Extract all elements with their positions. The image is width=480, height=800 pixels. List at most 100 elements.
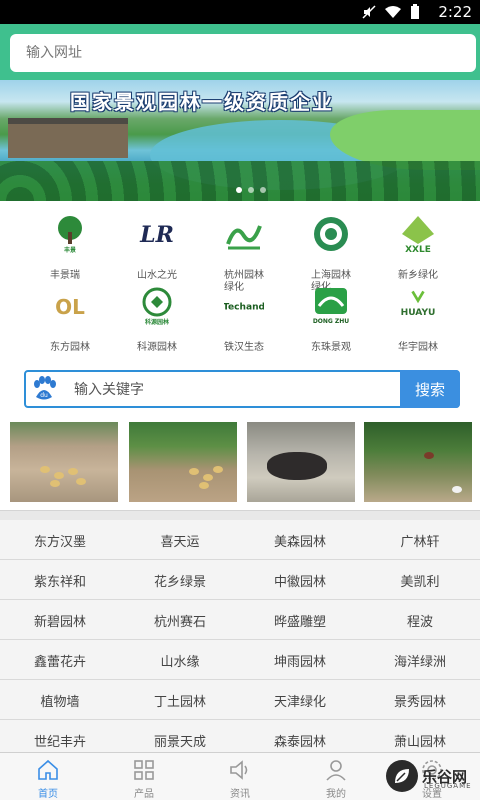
tab-label: 资讯: [230, 789, 250, 800]
watermark-subtext: LEGUGAME: [424, 782, 472, 790]
directory-link[interactable]: 紫东祥和: [0, 560, 120, 600]
svg-text:XXLE: XXLE: [405, 245, 431, 254]
partner-logo-name: 山水之光: [137, 270, 177, 281]
directory-link[interactable]: 新碧园林: [0, 600, 120, 640]
search-button[interactable]: 搜索: [400, 370, 460, 408]
directory-row: 东方汉墨 喜天运 美森园林 广林轩: [0, 520, 480, 560]
svg-text:du: du: [40, 392, 48, 399]
directory-link[interactable]: 喜天运: [120, 520, 240, 560]
directory-link[interactable]: 美森园林: [240, 520, 360, 560]
directory-link[interactable]: 花乡绿景: [120, 560, 240, 600]
keyuan-logo: 科源园林: [137, 286, 177, 326]
directory-link[interactable]: 海洋绿洲: [360, 640, 480, 680]
tab-news[interactable]: 资讯: [192, 753, 288, 800]
company-directory: 东方汉墨 喜天运 美森园林 广林轩 紫东祥和 花乡绿景 中徽园林 美凯利 新碧园…: [0, 520, 480, 760]
directory-link[interactable]: 程波: [360, 600, 480, 640]
svg-text:HUAYU: HUAYU: [401, 308, 436, 318]
clock: 2:22: [438, 3, 472, 21]
banner-dot[interactable]: [236, 187, 242, 193]
banner-dot[interactable]: [260, 187, 266, 193]
battery-icon: [411, 4, 419, 19]
dongzhu-logo: DONG ZHU: [311, 286, 351, 326]
search-input[interactable]: [74, 378, 394, 402]
tab-label: 产品: [134, 789, 154, 800]
directory-row: 鑫蕾花卉 山水缘 坤雨园林 海洋绿洲: [0, 640, 480, 680]
partner-logo-name: 东珠景观: [311, 342, 351, 353]
xinxiang-logo: XXLE: [398, 214, 438, 254]
tab-products[interactable]: 产品: [96, 753, 192, 800]
status-bar: 2:22: [0, 0, 480, 24]
directory-link[interactable]: 植物墙: [0, 680, 120, 720]
banner-dot[interactable]: [248, 187, 254, 193]
directory-row: 新碧园林 杭州赛石 晔盛雕塑 程波: [0, 600, 480, 640]
site-watermark: 乐谷网 LEGUGAME: [384, 752, 480, 800]
photo-detail: [213, 466, 223, 473]
shanshui-logo: LR: [137, 214, 177, 254]
shanghai-logo: [311, 214, 351, 254]
speaker-icon: [230, 760, 248, 780]
svg-text:OL: OL: [55, 295, 85, 319]
partner-logo-name: 新乡绿化: [398, 270, 438, 281]
svg-text:LR: LR: [139, 222, 174, 248]
section-divider: [0, 510, 480, 520]
directory-link[interactable]: 东方汉墨: [0, 520, 120, 560]
search-bar[interactable]: du 搜索: [24, 370, 460, 408]
partner-logo-name: 铁汉生态: [224, 342, 264, 353]
fengjingrui-logo: 丰景: [50, 214, 90, 254]
url-input[interactable]: [26, 45, 460, 61]
url-bar[interactable]: [10, 34, 476, 72]
hero-banner[interactable]: 国家景观园林一级资质企业: [0, 80, 480, 201]
svg-text:Techand: Techand: [224, 303, 264, 313]
directory-link[interactable]: 山水缘: [120, 640, 240, 680]
chicks-under-tree-photo[interactable]: [129, 422, 237, 502]
hangzhou-logo: [224, 214, 264, 254]
directory-link[interactable]: 鑫蕾花卉: [0, 640, 120, 680]
directory-row: 紫东祥和 花乡绿景 中徽园林 美凯利: [0, 560, 480, 600]
directory-link[interactable]: 中徽园林: [240, 560, 360, 600]
tiehan-logo: Techand: [224, 286, 264, 326]
status-icons: [362, 4, 420, 20]
directory-link[interactable]: 美凯利: [360, 560, 480, 600]
svg-text:DONG ZHU: DONG ZHU: [313, 318, 349, 325]
banner-building: [8, 118, 128, 158]
directory-link[interactable]: 天津绿化: [240, 680, 360, 720]
tab-label: 我的: [326, 789, 346, 800]
photo-detail: [203, 474, 213, 481]
directory-link[interactable]: 坤雨园林: [240, 640, 360, 680]
photo-detail: [68, 468, 78, 475]
directory-link[interactable]: 晔盛雕塑: [240, 600, 360, 640]
directory-link[interactable]: 丁土园林: [120, 680, 240, 720]
directory-row: 植物墙 丁土园林 天津绿化 景秀园林: [0, 680, 480, 720]
svg-text:丰景: 丰景: [64, 246, 76, 254]
photo-detail: [54, 472, 64, 479]
tab-mine[interactable]: 我的: [288, 753, 384, 800]
tab-home[interactable]: 首页: [0, 753, 96, 800]
photo-detail: [452, 486, 462, 493]
photo-strip: [0, 422, 480, 506]
partner-logo-name: 东方园林: [50, 342, 90, 353]
photo-detail: [267, 452, 327, 480]
directory-link[interactable]: 景秀园林: [360, 680, 480, 720]
directory-link[interactable]: 杭州赛石: [120, 600, 240, 640]
partner-logos: 丰景 丰景瑞 LR 山水之光 杭州园林绿化 上海园林绿化 XXLE 新乡绿化 O…: [0, 206, 480, 366]
photo-detail: [76, 478, 86, 485]
url-bar-container: [0, 24, 480, 80]
huayu-logo: HUAYU: [398, 286, 438, 326]
wifi-icon: [385, 6, 401, 18]
pig-photo[interactable]: [247, 422, 355, 502]
dongfang-logo: OL: [50, 286, 90, 326]
photo-detail: [424, 452, 434, 459]
home-icon: [38, 759, 58, 780]
chickens-photo[interactable]: [10, 422, 118, 502]
chickens-in-woods-photo[interactable]: [364, 422, 472, 502]
banner-title: 国家景观园林一级资质企业: [70, 90, 334, 114]
tab-label: 首页: [38, 789, 58, 800]
mute-icon: [362, 5, 376, 19]
partner-logo-name: 丰景瑞: [50, 270, 80, 281]
photo-detail: [40, 466, 50, 473]
baidu-paw-icon: du: [34, 376, 56, 400]
partner-logo-name: 华宇园林: [398, 342, 438, 353]
photo-detail: [50, 480, 60, 487]
leaf-logo-icon: [386, 760, 418, 792]
directory-link[interactable]: 广林轩: [360, 520, 480, 560]
